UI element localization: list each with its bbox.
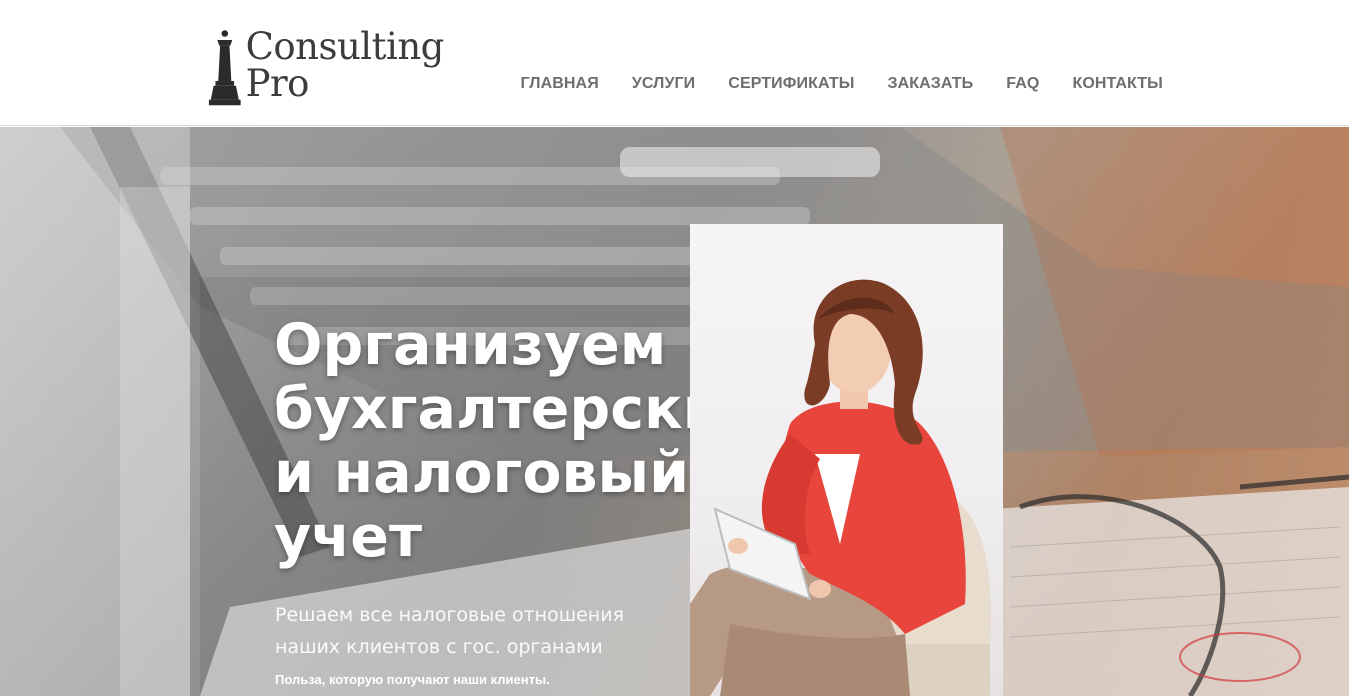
- consultant-photo: [690, 224, 1003, 696]
- nav-item-certificates[interactable]: СЕРТИФИКАТЫ: [712, 75, 871, 93]
- hero-title: Организуем бухгалтерский и налоговый уче…: [274, 312, 763, 570]
- nav-item-order[interactable]: ЗАКАЗАТЬ: [871, 75, 990, 93]
- hero-note: Польза, которую получают наши клиенты.: [275, 672, 550, 687]
- consultant-illustration: [690, 279, 991, 696]
- main-nav: ГЛАВНАЯ УСЛУГИ СЕРТИФИКАТЫ ЗАКАЗАТЬ FAQ …: [504, 70, 1179, 98]
- nav-item-contacts[interactable]: КОНТАКТЫ: [1056, 75, 1180, 93]
- nav-item-services[interactable]: УСЛУГИ: [615, 75, 711, 93]
- hero-subtitle: Решаем все налоговые отношения наших кли…: [275, 604, 624, 658]
- chess-queen-icon: [208, 30, 241, 106]
- nav-item-home[interactable]: ГЛАВНАЯ: [504, 75, 615, 93]
- nav-item-faq[interactable]: FAQ: [990, 75, 1056, 93]
- brand-logo[interactable]: Consulting Pro: [208, 18, 500, 110]
- brand-name: Consulting Pro: [245, 25, 445, 105]
- site-header: Consulting Pro ГЛАВНАЯ УСЛУГИ СЕРТИФИКАТ…: [0, 0, 1349, 126]
- hero-section: Организуем бухгалтерский и налоговый уче…: [0, 127, 1349, 696]
